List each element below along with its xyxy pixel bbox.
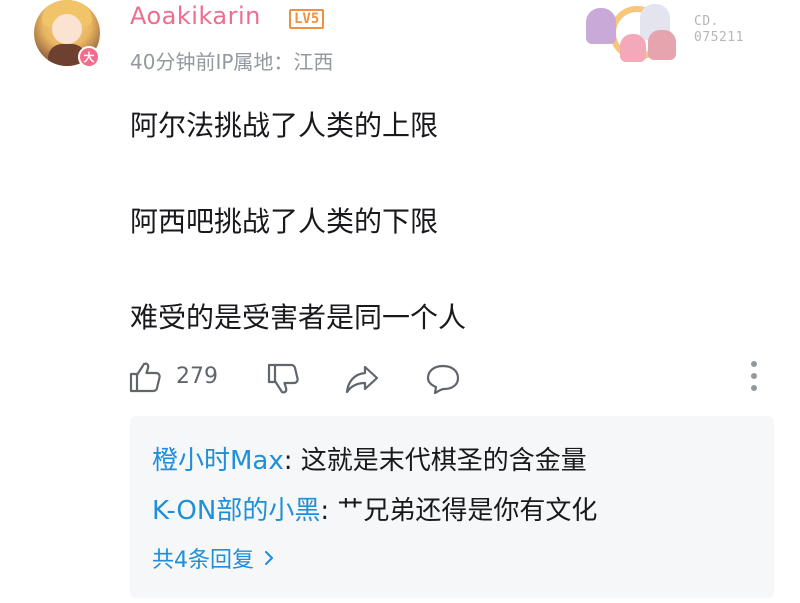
more-replies-label: 共4条回复 bbox=[152, 548, 254, 573]
comment-line: 阿尔法挑战了人类的上限 bbox=[130, 109, 439, 142]
reply-separator: : bbox=[320, 496, 338, 526]
reply-item[interactable]: 橙小时Max: 这就是末代棋圣的含金量 bbox=[152, 440, 587, 477]
decoration-card-number: CD. 075211 bbox=[694, 14, 744, 46]
card-number-prefix: CD. bbox=[694, 14, 719, 29]
like-count: 279 bbox=[176, 364, 218, 389]
level-badge: LV5 bbox=[289, 9, 325, 29]
reply-text: 这就是末代棋圣的含金量 bbox=[300, 446, 587, 476]
avatar-face bbox=[52, 14, 82, 44]
reply-separator: : bbox=[283, 446, 301, 476]
replies-box[interactable]: 橙小时Max: 这就是末代棋圣的含金量 K-ON部的小黑: 艹兄弟还得是你有文化… bbox=[130, 416, 774, 598]
comment-icon[interactable] bbox=[425, 362, 461, 396]
username[interactable]: Aoakikarin bbox=[130, 2, 261, 30]
avatar-badge: 大 bbox=[78, 46, 100, 68]
decoration-card-image[interactable] bbox=[580, 0, 680, 72]
thumbs-down-icon[interactable] bbox=[266, 362, 300, 396]
thumbs-up-icon[interactable] bbox=[128, 360, 162, 394]
chevron-right-icon bbox=[265, 551, 273, 565]
decoration-character bbox=[586, 8, 616, 44]
view-more-replies-link[interactable]: 共4条回复 bbox=[152, 542, 276, 574]
comment-line: 难受的是受害者是同一个人 bbox=[130, 301, 467, 334]
reply-text: 艹兄弟还得是你有文化 bbox=[337, 496, 598, 526]
comment-meta: 40分钟前IP属地：江西 bbox=[130, 50, 334, 74]
reply-author[interactable]: 橙小时Max bbox=[152, 446, 284, 476]
decoration-character bbox=[620, 34, 646, 62]
more-vertical-icon[interactable] bbox=[746, 358, 762, 394]
comment-line: 阿西吧挑战了人类的下限 bbox=[130, 205, 439, 238]
share-icon[interactable] bbox=[344, 362, 380, 396]
reply-item[interactable]: K-ON部的小黑: 艹兄弟还得是你有文化 bbox=[152, 490, 597, 527]
decoration-character bbox=[648, 30, 676, 60]
card-number-value: 075211 bbox=[694, 30, 744, 45]
reply-author[interactable]: K-ON部的小黑 bbox=[152, 496, 320, 526]
